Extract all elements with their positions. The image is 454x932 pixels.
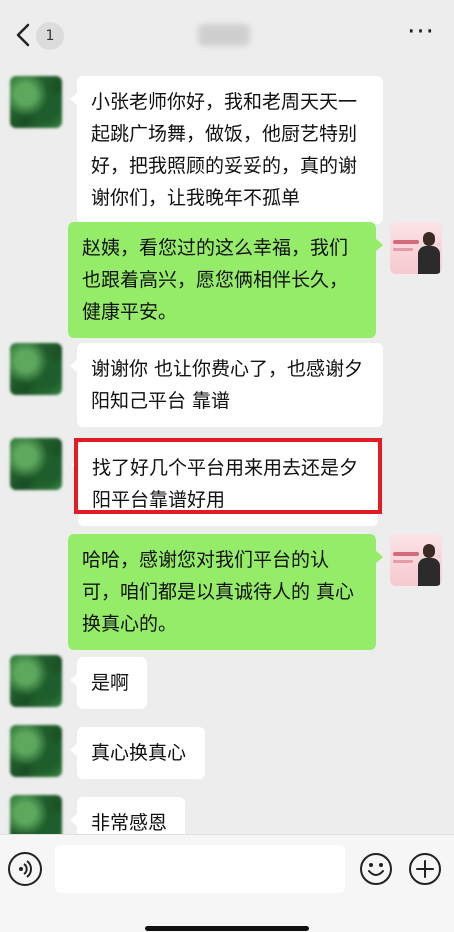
contact-avatar[interactable] xyxy=(10,655,62,707)
input-bar xyxy=(0,834,454,932)
unread-badge: 1 xyxy=(36,22,64,50)
contact-avatar[interactable] xyxy=(10,76,62,128)
chat-title-blurred xyxy=(198,24,250,46)
emoji-icon xyxy=(360,853,392,885)
plus-button[interactable] xyxy=(408,852,442,886)
message-input[interactable] xyxy=(55,845,345,893)
message-text: 小张老师你好，我和老周天天一起跳广场舞，做饭，他厨艺特别好，把我照顾的妥妥的，真… xyxy=(91,91,358,209)
self-avatar[interactable] xyxy=(390,534,442,586)
chat-header: 1 ··· xyxy=(0,0,454,70)
message-bubble-incoming: 谢谢你 也让你费心了，也感谢夕阳知己平台 靠谱 xyxy=(70,343,383,427)
emoji-button[interactable] xyxy=(359,852,393,886)
message-bubble-incoming: 真心换真心 xyxy=(70,727,205,779)
voice-icon xyxy=(19,860,32,878)
contact-avatar[interactable] xyxy=(10,725,62,777)
message-text: 哈哈，感谢您对我们平台的认可，咱们都是以真诚待人的 真心换真心的。 xyxy=(82,549,355,635)
message-text: 谢谢你 也让你费心了，也感谢夕阳知己平台 靠谱 xyxy=(91,358,364,412)
home-indicator xyxy=(145,926,309,931)
message-bubble-incoming: 是啊 xyxy=(70,657,147,709)
message-text: 真心换真心 xyxy=(91,742,187,764)
voice-button[interactable] xyxy=(8,852,42,886)
message-bubble-outgoing: 赵姨，看您过的这么幸福，我们也跟着高兴，愿您俩相伴长久，健康平安。 xyxy=(68,222,383,338)
self-avatar[interactable] xyxy=(390,222,442,274)
message-bubble-incoming: 小张老师你好，我和老周天天一起跳广场舞，做饭，他厨艺特别好，把我照顾的妥妥的，真… xyxy=(70,76,383,224)
contact-avatar[interactable] xyxy=(10,438,62,490)
contact-avatar[interactable] xyxy=(10,343,62,395)
message-text: 赵姨，看您过的这么幸福，我们也跟着高兴，愿您俩相伴长久，健康平安。 xyxy=(82,237,349,323)
more-icon[interactable]: ··· xyxy=(406,19,436,50)
message-bubble-outgoing: 哈哈，感谢您对我们平台的认可，咱们都是以真诚待人的 真心换真心的。 xyxy=(68,534,383,650)
message-text: 找了好几个平台用来用去还是夕阳平台靠谱好用 xyxy=(92,457,359,511)
message-text: 是啊 xyxy=(91,672,130,694)
message-text: 非常感恩 xyxy=(91,812,168,834)
plus-icon xyxy=(409,853,441,885)
message-bubble-incoming: 找了好几个平台用来用去还是夕阳平台靠谱好用 xyxy=(71,442,378,526)
